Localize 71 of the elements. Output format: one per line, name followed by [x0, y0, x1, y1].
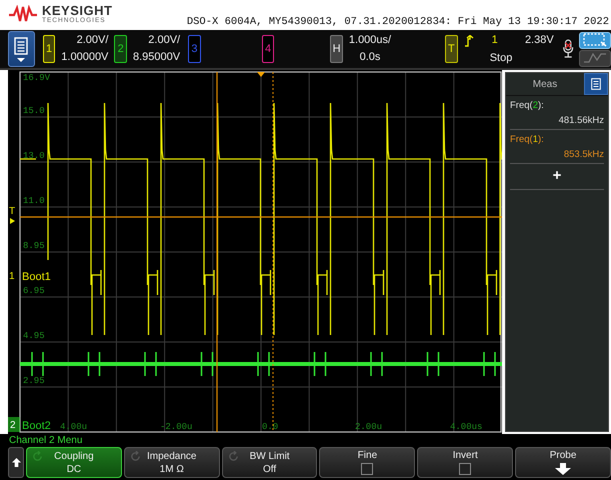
- panel-title: Meas: [532, 78, 558, 90]
- axis-label: 2.00u: [355, 422, 382, 432]
- wave-logo-icon: [8, 5, 38, 23]
- add-measurement-button[interactable]: +: [510, 164, 604, 190]
- volts-per-div: 2.00V/: [148, 35, 180, 46]
- channel-marker: 1: [9, 271, 15, 282]
- softkey[interactable]: Coupling DC: [26, 447, 122, 478]
- axis-label: 11.0: [23, 196, 45, 206]
- microphone-off-icon: [562, 38, 574, 60]
- document-icon: [14, 36, 28, 54]
- checkbox[interactable]: [361, 463, 374, 475]
- caret-icon: [17, 58, 26, 62]
- axis-label: 4.00us: [450, 422, 482, 432]
- axis-label: 4.95: [23, 331, 45, 341]
- selection-box-icon: [583, 33, 608, 47]
- axis-label: 6.95: [23, 286, 45, 296]
- softkey[interactable]: Impedance 1M Ω: [124, 447, 220, 478]
- channel-label: Boot1: [22, 271, 51, 283]
- axis-label: 13.0: [23, 151, 45, 161]
- trigger-marker: T: [9, 206, 16, 217]
- main-menu-button[interactable]: [8, 31, 35, 67]
- channel-key[interactable]: 1: [42, 35, 56, 63]
- trigger-position-marker: [257, 72, 265, 77]
- measurement-name: Freq(2):: [510, 100, 545, 111]
- checkbox[interactable]: [459, 463, 472, 475]
- rotate-icon: [130, 451, 141, 462]
- down-arrow-icon: [555, 463, 572, 475]
- zoom-box-button[interactable]: [579, 32, 611, 48]
- axis-label: 2.95: [23, 376, 45, 386]
- measurement-value: 853.5kHz: [562, 149, 604, 160]
- softkey[interactable]: BW Limit Off: [222, 447, 318, 478]
- axis-label: 16.9V: [23, 73, 50, 83]
- document-icon: [591, 78, 601, 90]
- trigger-level: 2.38V: [524, 35, 554, 46]
- softkey[interactable]: Invert: [417, 447, 514, 478]
- acquisition-status: Stop: [488, 52, 514, 64]
- horizontal-key[interactable]: H: [330, 35, 343, 63]
- channel-marker: 2: [10, 420, 16, 431]
- softkey[interactable]: Fine: [319, 447, 416, 478]
- rotate-icon: [32, 451, 43, 462]
- menu-title: Channel 2 Menu: [0, 434, 611, 447]
- channel-label: Boot2: [22, 420, 51, 432]
- channel-offset: 1.00000V: [61, 52, 108, 63]
- measurement-value: 481.56kHz: [558, 115, 604, 126]
- trigger-source: 1: [490, 35, 499, 46]
- rotate-icon: [228, 451, 239, 462]
- trigger-key[interactable]: T: [445, 35, 458, 63]
- waveform-button[interactable]: [579, 50, 611, 66]
- waveform-icon: [583, 52, 608, 64]
- arrow-icon: [10, 218, 15, 224]
- channel-key[interactable]: 2: [114, 35, 127, 63]
- axis-label: 4.00u: [60, 422, 88, 432]
- time-delay: 0.0s: [360, 52, 380, 63]
- up-arrow-icon: [12, 458, 20, 467]
- back-button[interactable]: [8, 447, 24, 478]
- softkey[interactable]: Probe: [515, 447, 611, 478]
- axis-label: 15.0: [23, 106, 45, 116]
- instrument-info: DSO-X 6004A, MY54390013, 07.31.2020012834: Fri May 13 19:30:17 2022: [186, 16, 609, 28]
- axis-label: 0.0: [262, 422, 278, 432]
- channel-offset: 8.95000V: [133, 52, 180, 63]
- panel-menu-button[interactable]: [584, 73, 608, 95]
- axis-label: 8.95: [23, 241, 45, 251]
- time-per-div: 1.000us/: [348, 35, 392, 46]
- volts-per-div: 2.00V/: [76, 35, 108, 46]
- channel-marker-background: [8, 417, 20, 432]
- channel-key[interactable]: 4: [262, 35, 274, 63]
- rising-edge-icon: [464, 34, 474, 46]
- channel-key[interactable]: 3: [188, 35, 201, 63]
- axis-label: -2.00u: [160, 422, 192, 432]
- brand-name: KEYSIGHT: [42, 4, 112, 17]
- measurement-name: Freq(1):: [510, 134, 545, 145]
